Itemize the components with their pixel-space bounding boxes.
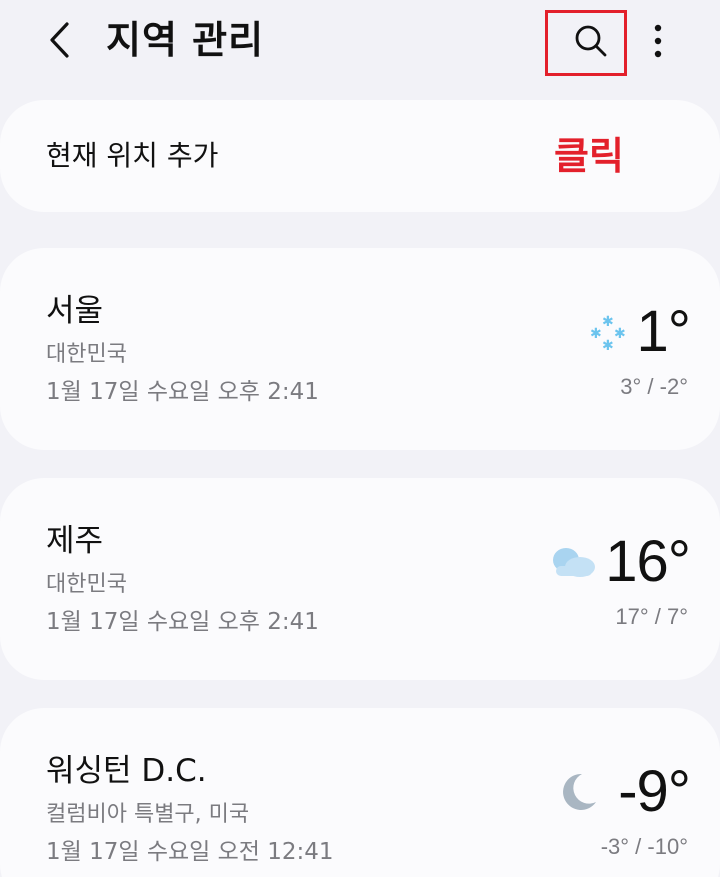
back-button[interactable] xyxy=(40,18,80,62)
location-name: 제주 xyxy=(46,523,104,559)
svg-text:✱: ✱ xyxy=(602,338,614,354)
location-temp-range: 3° / -2° xyxy=(620,374,688,399)
chevron-left-icon xyxy=(50,22,69,58)
location-card-jeju[interactable]: 제주 대한민국 1월 17일 수요일 오후 2:41 16° 17° / 7° xyxy=(0,478,720,680)
moon-icon xyxy=(563,773,596,810)
snow-icon: ✱ ✱ ✱ ✱ xyxy=(590,314,626,354)
more-vertical-icon xyxy=(654,24,662,58)
app-bar: 지역 관리 xyxy=(0,0,720,90)
add-current-location-label: 현재 위치 추가 xyxy=(46,139,219,172)
svg-text:✱: ✱ xyxy=(590,326,602,342)
search-highlight-box xyxy=(545,10,627,76)
location-card-washington[interactable]: 워싱턴 D.C. 컬럼비아 특별구, 미국 1월 17일 수요일 오전 12:4… xyxy=(0,708,720,877)
location-name: 워싱턴 D.C. xyxy=(46,753,207,789)
cloud-icon xyxy=(553,548,595,577)
location-country: 컬럼비아 특별구, 미국 xyxy=(46,802,250,827)
location-temperature: 1° xyxy=(636,299,691,364)
more-options-button[interactable] xyxy=(640,18,676,64)
svg-text:✱: ✱ xyxy=(602,314,614,330)
location-name: 서울 xyxy=(46,293,104,329)
location-temperature: 16° xyxy=(605,529,691,594)
location-temperature: -9° xyxy=(618,759,691,824)
location-country: 대한민국 xyxy=(46,342,127,367)
click-annotation: 클릭 xyxy=(554,134,624,178)
location-datetime: 1월 17일 수요일 오후 2:41 xyxy=(46,609,319,635)
location-country: 대한민국 xyxy=(46,572,127,597)
location-datetime: 1월 17일 수요일 오전 12:41 xyxy=(46,839,334,865)
location-temp-range: 17° / 7° xyxy=(615,604,688,629)
location-datetime: 1월 17일 수요일 오후 2:41 xyxy=(46,379,319,405)
location-temp-range: -3° / -10° xyxy=(600,834,688,859)
page-title: 지역 관리 xyxy=(106,18,265,62)
location-card-seoul[interactable]: 서울 대한민국 1월 17일 수요일 오후 2:41 ✱ ✱ ✱ ✱ 1° 3°… xyxy=(0,248,720,450)
svg-text:✱: ✱ xyxy=(614,326,626,342)
